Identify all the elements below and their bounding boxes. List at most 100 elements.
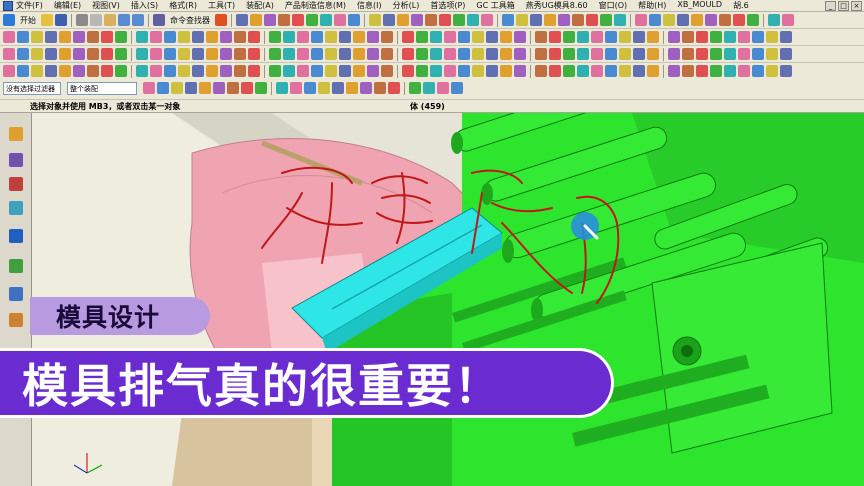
snap-icon[interactable] [227,82,239,94]
tool-icon[interactable] [572,13,584,26]
feature-icon[interactable] [738,30,750,43]
snap-icon[interactable] [304,82,316,94]
feature-icon[interactable] [402,30,414,43]
surface-icon[interactable] [220,47,232,60]
feature-icon[interactable] [192,30,204,43]
feature-icon[interactable] [3,30,15,43]
mold-tool-icon[interactable] [283,64,295,77]
feature-icon[interactable] [381,30,393,43]
feature-icon[interactable] [619,30,631,43]
tool-icon[interactable] [719,13,731,26]
surface-icon[interactable] [766,47,778,60]
mold-tool-icon[interactable] [325,64,337,77]
tool-icon[interactable] [530,13,542,26]
type-filter-select[interactable]: 没有选择过滤器 [3,82,61,95]
constraint-navigator-icon[interactable] [9,153,23,167]
surface-icon[interactable] [248,47,260,60]
feature-icon[interactable] [535,30,547,43]
mold-tool-icon[interactable] [353,64,365,77]
tool-icon[interactable] [264,13,276,26]
web-browser-icon[interactable] [9,259,23,273]
tool-icon[interactable] [292,13,304,26]
mold-tool-icon[interactable] [416,64,428,77]
tool-icon[interactable] [768,13,780,26]
tool-icon[interactable] [250,13,262,26]
feature-icon[interactable] [17,30,29,43]
mold-tool-icon[interactable] [248,64,260,77]
feature-icon[interactable] [311,30,323,43]
surface-icon[interactable] [87,47,99,60]
surface-icon[interactable] [472,47,484,60]
feature-icon[interactable] [472,30,484,43]
surface-icon[interactable] [563,47,575,60]
feature-icon[interactable] [269,30,281,43]
menu-item[interactable]: 分析(L) [393,0,420,11]
mold-tool-icon[interactable] [710,64,722,77]
system-materials-icon[interactable] [9,287,23,301]
feature-icon[interactable] [514,30,526,43]
feature-icon[interactable] [45,30,57,43]
feature-icon[interactable] [633,30,645,43]
snap-icon[interactable] [437,82,449,94]
tool-icon[interactable] [733,13,745,26]
history-icon[interactable] [9,229,23,243]
feature-icon[interactable] [339,30,351,43]
close-icon[interactable]: × [851,1,862,11]
feature-icon[interactable] [577,30,589,43]
snap-icon[interactable] [255,82,267,94]
tool-icon[interactable] [635,13,647,26]
mold-tool-icon[interactable] [486,64,498,77]
surface-icon[interactable] [752,47,764,60]
surface-icon[interactable] [549,47,561,60]
surface-icon[interactable] [430,47,442,60]
surface-icon[interactable] [402,47,414,60]
selection-icon[interactable] [215,14,227,26]
tool-icon[interactable] [691,13,703,26]
undo-icon[interactable] [118,14,130,26]
roles-icon[interactable] [9,313,23,327]
surface-icon[interactable] [535,47,547,60]
tool-icon[interactable] [649,13,661,26]
restore-icon[interactable]: □ [838,1,849,11]
minimize-icon[interactable]: _ [825,1,836,11]
tool-icon[interactable] [558,13,570,26]
mold-tool-icon[interactable] [500,64,512,77]
menu-item[interactable]: 装配(A) [246,0,274,11]
surface-icon[interactable] [647,47,659,60]
feature-icon[interactable] [682,30,694,43]
surface-icon[interactable] [724,47,736,60]
feature-icon[interactable] [353,30,365,43]
feature-icon[interactable] [780,30,792,43]
surface-icon[interactable] [780,47,792,60]
snap-icon[interactable] [346,82,358,94]
snap-icon[interactable] [213,82,225,94]
surface-icon[interactable] [45,47,57,60]
mold-tool-icon[interactable] [206,64,218,77]
feature-icon[interactable] [458,30,470,43]
surface-icon[interactable] [150,47,162,60]
mold-tool-icon[interactable] [472,64,484,77]
mold-tool-icon[interactable] [87,64,99,77]
mold-tool-icon[interactable] [297,64,309,77]
mold-tool-icon[interactable] [115,64,127,77]
surface-icon[interactable] [367,47,379,60]
menu-item[interactable]: 信息(I) [357,0,382,11]
snap-icon[interactable] [241,82,253,94]
surface-icon[interactable] [444,47,456,60]
surface-icon[interactable] [192,47,204,60]
snap-icon[interactable] [290,82,302,94]
surface-icon[interactable] [164,47,176,60]
snap-icon[interactable] [409,82,421,94]
open-folder-icon[interactable] [41,14,53,26]
command-finder-icon[interactable] [153,14,165,26]
mold-tool-icon[interactable] [577,64,589,77]
snap-icon[interactable] [199,82,211,94]
reuse-library-icon[interactable] [9,201,23,215]
mold-tool-icon[interactable] [101,64,113,77]
menu-item[interactable]: 编辑(E) [54,0,81,11]
surface-icon[interactable] [311,47,323,60]
feature-icon[interactable] [220,30,232,43]
surface-icon[interactable] [136,47,148,60]
start-button[interactable]: 开始 [20,15,36,26]
feature-icon[interactable] [325,30,337,43]
